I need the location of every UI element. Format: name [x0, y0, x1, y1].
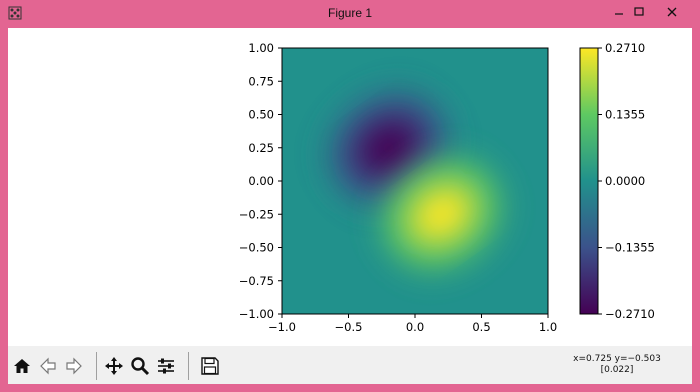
maximize-icon — [634, 7, 644, 16]
zoom-button[interactable] — [128, 353, 152, 379]
forward-button[interactable] — [62, 353, 86, 379]
x-tick-label: −0.5 — [335, 320, 363, 334]
x-tick-label: −1.0 — [268, 320, 296, 334]
y-tick-label: −0.50 — [239, 241, 274, 255]
y-tick-label: 0.00 — [248, 174, 274, 188]
toolbar-separator — [188, 352, 189, 380]
y-tick-label: −0.75 — [239, 274, 274, 288]
back-button[interactable] — [36, 353, 60, 379]
arrow-left-icon — [40, 357, 56, 375]
x-tick-label: 0.5 — [472, 320, 490, 334]
colorbar — [579, 47, 599, 315]
colorbar-tick-label: 0.2710 — [605, 41, 645, 55]
figure-window: Figure 1 −1.0 −0.5 0.0 0.5 1.0 1.00 0.75 0.50 0.… — [0, 0, 700, 392]
y-tick-label: 0.75 — [248, 74, 274, 88]
home-button[interactable] — [10, 353, 34, 379]
save-icon — [201, 357, 219, 375]
colorbar-tick-label: −0.1355 — [605, 241, 655, 255]
toolbar-separator — [96, 352, 97, 380]
cursor-coordinates: x=0.725 y=−0.503 [0.022] — [552, 354, 682, 376]
title-bar[interactable]: Figure 1 — [0, 0, 700, 28]
x-tick-label: 1.0 — [539, 320, 557, 334]
x-tick-label: 0.0 — [406, 320, 424, 334]
y-tick-label: 0.25 — [248, 141, 274, 155]
arrow-right-icon — [66, 357, 82, 375]
close-button[interactable] — [650, 0, 694, 26]
window-title: Figure 1 — [327, 6, 373, 20]
cursor-value-readout: [0.022] — [600, 365, 634, 375]
colorbar-tick-label: −0.2710 — [605, 307, 655, 321]
heatmap-image — [282, 48, 548, 314]
home-icon — [14, 359, 30, 373]
y-tick-label: 0.50 — [248, 108, 274, 122]
move-icon — [105, 357, 123, 375]
navigation-toolbar: x=0.725 y=−0.503 [0.022] — [8, 346, 692, 384]
colorbar-tick-label: 0.0000 — [605, 174, 645, 188]
colorbar-tick-label: 0.1355 — [605, 108, 645, 122]
close-icon — [667, 7, 677, 17]
cursor-xy-readout: x=0.725 y=−0.503 — [573, 354, 661, 364]
configure-subplots-button[interactable] — [154, 353, 178, 379]
y-tick-label: −0.25 — [239, 207, 274, 221]
y-tick-label: 1.00 — [248, 41, 274, 55]
pan-button[interactable] — [102, 353, 126, 379]
save-button[interactable] — [198, 353, 222, 379]
plot-area[interactable]: −1.0 −0.5 0.0 0.5 1.0 1.00 0.75 0.50 0.25 0.00 −0.… — [8, 28, 692, 346]
sliders-icon — [158, 358, 174, 374]
y-tick-label: −1.00 — [239, 307, 274, 321]
zoom-icon — [131, 357, 150, 376]
figure-canvas[interactable]: −1.0 −0.5 0.0 0.5 1.0 1.00 0.75 0.50 0.25 0.00 −0.… — [8, 28, 692, 346]
